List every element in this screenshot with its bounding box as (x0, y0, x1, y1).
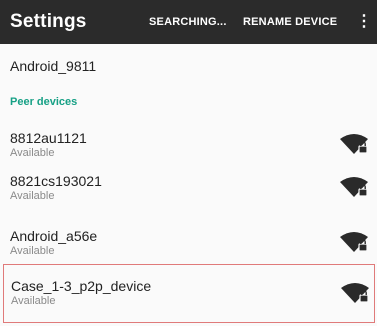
peer-device-name: Case_1-3_p2p_device (11, 278, 152, 294)
peer-device-status: Available (11, 295, 56, 307)
page-title: Settings (10, 11, 87, 32)
wifi-lock-icon (339, 175, 369, 199)
peer-device-status: Available (10, 245, 55, 257)
peer-device-status: Available (10, 190, 55, 202)
peer-device-item-highlighted[interactable]: Case_1-3_p2p_device Available (3, 264, 375, 323)
wifi-lock-icon (339, 132, 369, 156)
peer-device-name: 8821cs193021 (10, 173, 102, 189)
peer-device-status: Available (10, 147, 55, 159)
wifi-lock-icon (339, 230, 369, 254)
peer-device-name: 8812au1121 (10, 130, 87, 146)
rename-device-button[interactable]: RENAME DEVICE (243, 16, 337, 28)
this-device-name[interactable]: Android_9811 (10, 58, 96, 74)
searching-button[interactable]: SEARCHING... (149, 16, 227, 28)
peer-device-item[interactable]: 8821cs193021 Available (0, 163, 377, 217)
more-vert-icon[interactable]: ⋮ (356, 14, 372, 32)
wifi-lock-icon (340, 281, 370, 305)
peer-devices-header: Peer devices (10, 96, 78, 108)
app-bar: Settings SEARCHING... RENAME DEVICE ⋮ (0, 0, 377, 44)
peer-device-name: Android_a56e (10, 228, 98, 244)
